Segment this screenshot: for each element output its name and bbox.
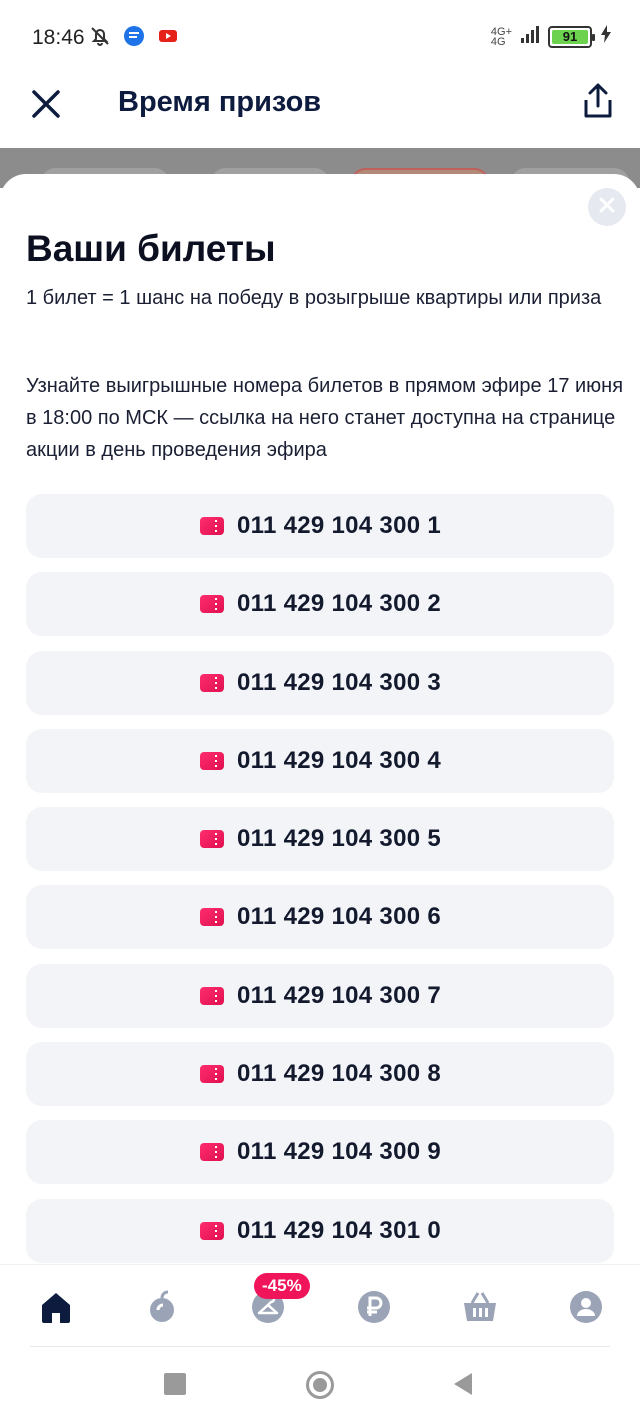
ticket-row: 011 429 104 300 5	[26, 807, 614, 872]
ticket-row: 011 429 104 300 9	[26, 1120, 614, 1185]
ticket-row: 011 429 104 301 0	[26, 1198, 614, 1263]
ticket-number: 011 429 104 300 9	[237, 1138, 441, 1166]
bottom-navigation: -45%	[0, 1264, 640, 1346]
close-icon	[598, 196, 616, 219]
ticket-number: 011 429 104 300 1	[237, 512, 441, 539]
ticket-number: 011 429 104 300 5	[237, 825, 441, 853]
close-icon[interactable]	[28, 86, 64, 122]
cart-icon[interactable]	[462, 1289, 498, 1325]
tickets-list: 011 429 104 300 1 011 429 104 300 2 011 42…	[26, 494, 614, 1277]
ticket-icon	[199, 594, 225, 614]
ticket-icon	[199, 829, 225, 849]
recents-button[interactable]	[164, 1373, 186, 1395]
ticket-number: 011 429 104 300 6	[237, 903, 441, 931]
ticket-icon	[199, 1142, 225, 1162]
ticket-icon	[199, 516, 225, 536]
ruble-icon[interactable]	[356, 1289, 392, 1325]
ticket-number: 011 429 104 301 0	[237, 1216, 441, 1244]
home-button[interactable]	[306, 1371, 334, 1399]
page-title: Время призов	[118, 86, 322, 118]
youtube-icon	[156, 24, 180, 48]
ticket-number: 011 429 104 300 4	[237, 746, 441, 774]
ticket-row: 011 429 104 300 2	[26, 572, 614, 637]
tickets-bottom-sheet: Ваши билеты 1 билет = 1 шанс на победу в…	[0, 174, 640, 1264]
status-time: 18:46	[32, 26, 85, 49]
ticket-number: 011 429 104 300 3	[237, 668, 441, 696]
ticket-row: 011 429 104 300 3	[26, 650, 614, 715]
ticket-chance-text: 1 билет = 1 шанс на победу в розыгрыше к…	[26, 287, 602, 309]
home-icon[interactable]	[38, 1289, 74, 1325]
ticket-icon	[199, 907, 225, 927]
signal-icon	[520, 24, 540, 49]
ticket-icon	[199, 751, 225, 771]
battery-icon: 91	[548, 25, 595, 48]
ticket-row: 011 429 104 300 4	[26, 728, 614, 793]
catalog-icon[interactable]	[144, 1289, 180, 1325]
battery-level: 91	[562, 29, 578, 44]
share-icon[interactable]	[578, 82, 618, 122]
ticket-row: 011 429 104 300 6	[26, 885, 614, 950]
ticket-icon	[199, 1064, 225, 1084]
message-icon	[122, 24, 146, 48]
status-bar: 18:46 4G+ 4G 91	[0, 0, 640, 76]
broadcast-info-text: Узнайте выигрышные номера билетов в прям…	[26, 375, 624, 461]
ticket-row: 011 429 104 300 7	[26, 963, 614, 1028]
back-button[interactable]	[454, 1373, 472, 1395]
ticket-icon	[199, 1221, 225, 1241]
ticket-icon	[199, 673, 225, 693]
discount-badge: -45%	[254, 1273, 310, 1299]
ticket-row: 011 429 104 300 8	[26, 1042, 614, 1107]
app-header: Время призов	[0, 76, 640, 148]
ticket-icon	[199, 986, 225, 1006]
sheet-title: Ваши билеты	[26, 228, 276, 269]
ticket-number: 011 429 104 300 2	[237, 590, 441, 618]
ticket-number: 011 429 104 300 8	[237, 1060, 441, 1088]
ticket-number: 011 429 104 300 7	[237, 981, 441, 1009]
mute-bell-icon	[88, 24, 112, 48]
status-system-icons: 4G+ 4G 91	[491, 24, 612, 49]
ticket-row: 011 429 104 300 1	[26, 494, 614, 558]
profile-icon[interactable]	[568, 1289, 604, 1325]
charging-icon	[600, 25, 612, 48]
sheet-close-button[interactable]	[588, 188, 626, 226]
network-type: 4G+ 4G	[490, 25, 512, 48]
status-notification-icons	[88, 24, 180, 48]
system-navigation-bar	[0, 1347, 640, 1423]
